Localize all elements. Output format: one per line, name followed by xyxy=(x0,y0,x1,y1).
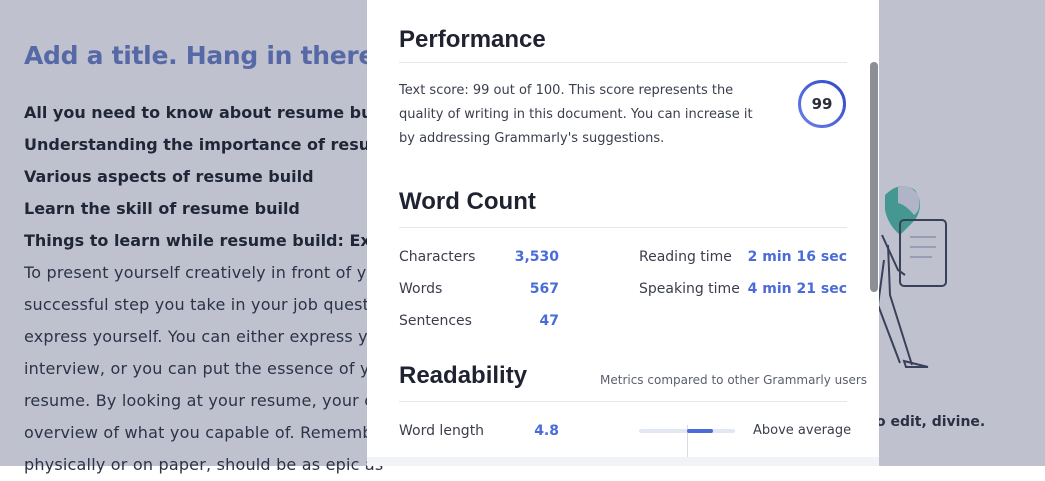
divider xyxy=(399,227,847,228)
word-length-meter-fill xyxy=(687,429,713,433)
reading-time-value: 2 min 16 sec xyxy=(747,249,847,265)
reading-time-label: Reading time xyxy=(639,249,732,265)
performance-heading: Performance xyxy=(399,26,546,53)
readability-heading: Readability xyxy=(399,362,528,389)
performance-modal: Performance Text score: 99 out of 100. T… xyxy=(367,0,879,466)
speaking-time-value: 4 min 21 sec xyxy=(747,281,847,297)
word-count-heading: Word Count xyxy=(399,188,536,215)
divider xyxy=(399,62,847,63)
readability-note: Metrics compared to other Grammarly user… xyxy=(600,373,868,387)
score-value: 99 xyxy=(811,95,833,113)
performance-description: Text score: 99 out of 100. This score re… xyxy=(399,83,753,146)
modal-scrollbar[interactable] xyxy=(870,62,878,292)
words-label: Words xyxy=(399,281,443,297)
word-length-value: 4.8 xyxy=(534,423,559,439)
divider xyxy=(399,401,847,402)
word-length-comparison: Above average xyxy=(753,423,852,438)
characters-value: 3,530 xyxy=(514,249,559,265)
characters-label: Characters xyxy=(399,249,476,265)
sentences-value: 47 xyxy=(539,313,559,329)
words-value: 567 xyxy=(529,281,559,297)
word-length-label: Word length xyxy=(399,423,485,439)
sentences-label: Sentences xyxy=(399,313,472,329)
modal-bottom-edge xyxy=(367,457,879,466)
speaking-time-label: Speaking time xyxy=(639,281,740,297)
